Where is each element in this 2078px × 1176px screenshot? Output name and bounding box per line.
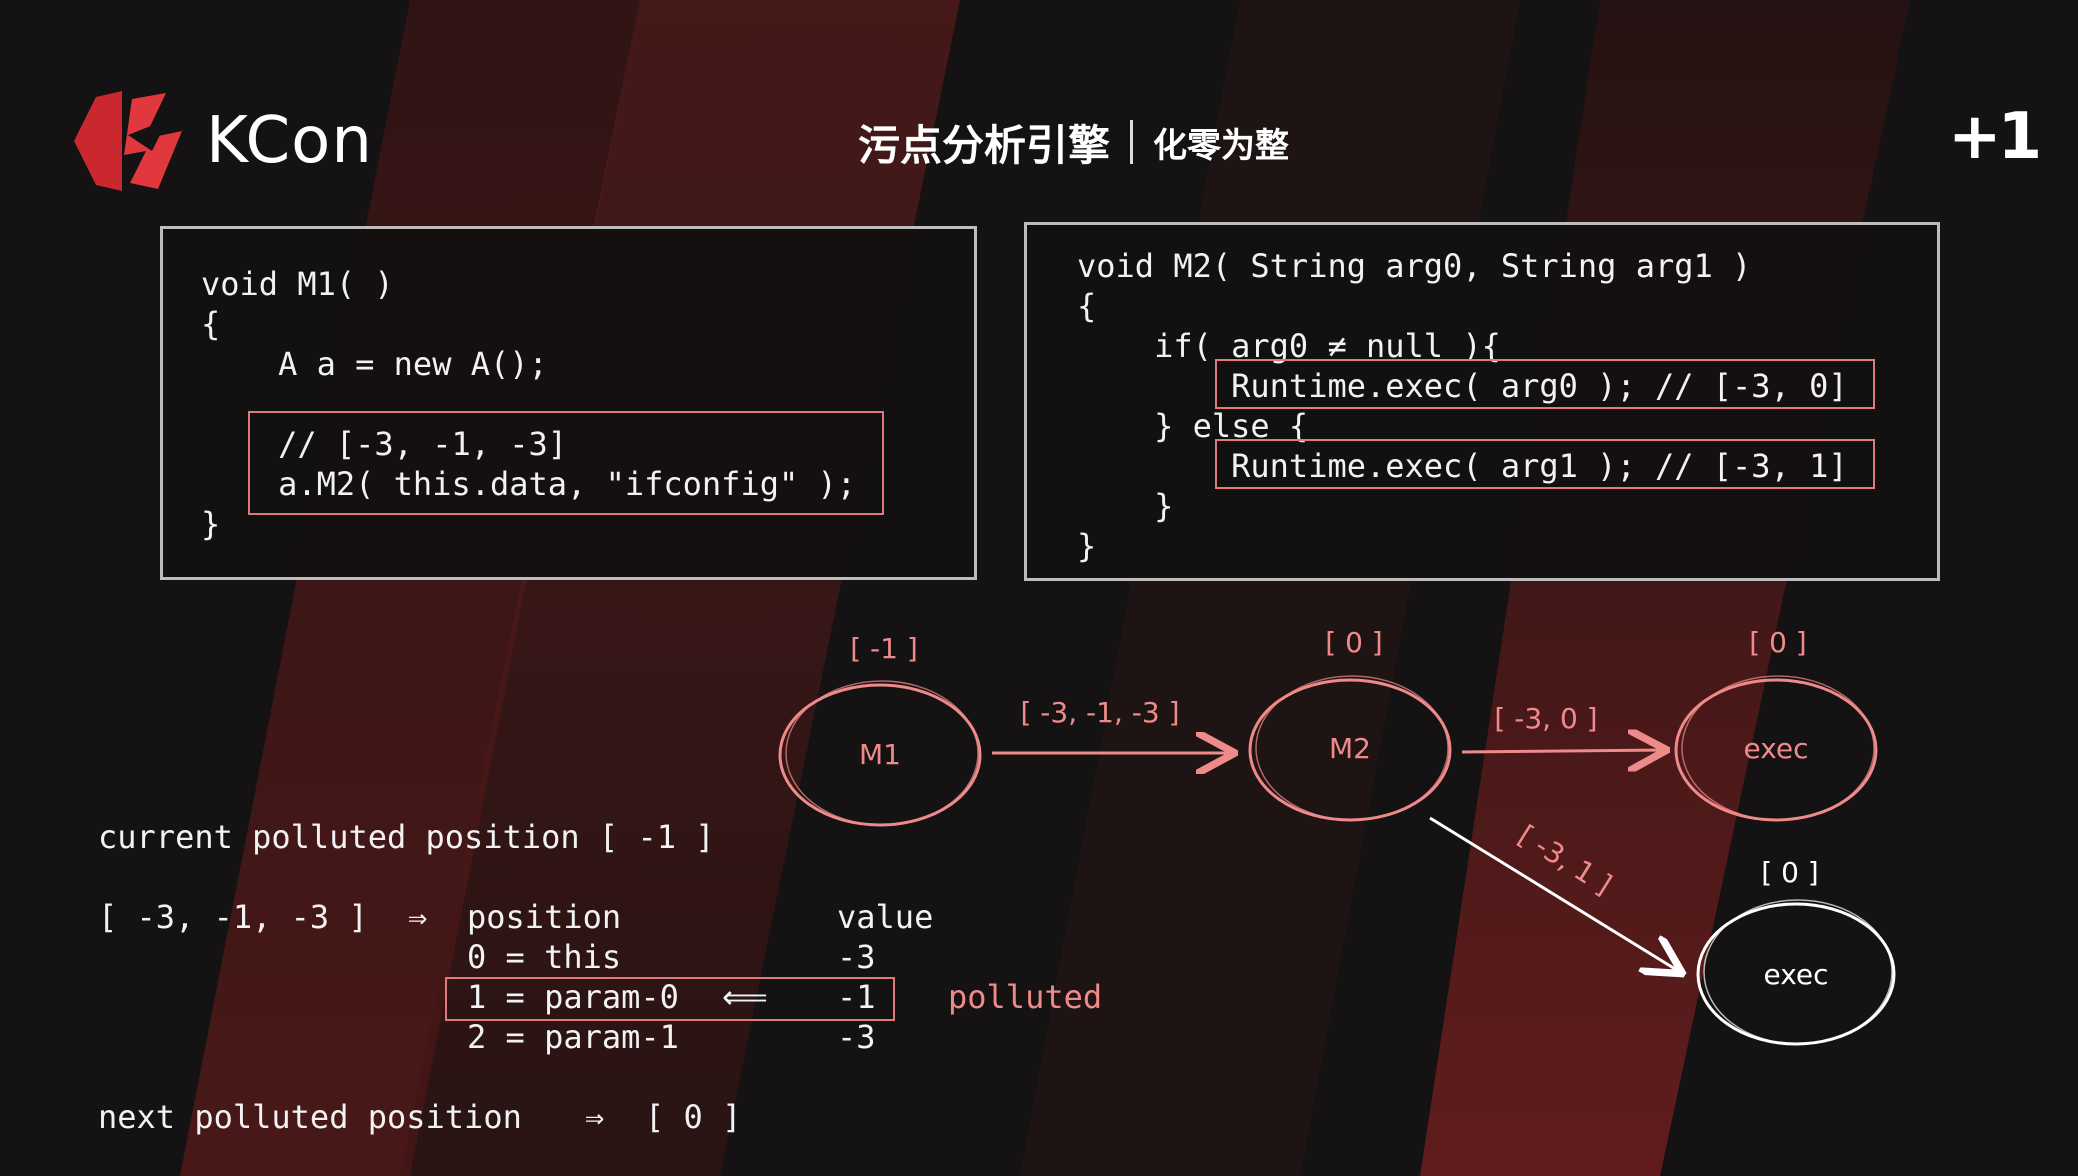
node-label-exec-2: exec — [1763, 958, 1828, 991]
edge-label-m2-exec-else: [ -3, 1 ] — [1513, 819, 1618, 902]
edge-label-m2-exec: [ -3, 0 ] — [1494, 702, 1597, 735]
position-row-2: 2 = param-1 — [467, 1018, 679, 1056]
position-row-1: 1 = param-0 — [467, 978, 679, 1016]
node-position-m2: [ 0 ] — [1325, 626, 1382, 659]
node-position-exec-2: [ 0 ] — [1761, 856, 1818, 889]
polluted-arrow: ⟸ — [722, 978, 768, 1016]
column-position-header: position — [467, 898, 622, 936]
node-label-exec-1: exec — [1743, 732, 1808, 765]
vector-arrow: ⇒ — [408, 898, 428, 936]
node-position-exec-1: [ 0 ] — [1749, 626, 1806, 659]
position-row-0: 0 = this — [467, 938, 622, 976]
value-row-0: -3 — [837, 938, 876, 976]
argument-vector: [ -3, -1, -3 ] — [98, 898, 368, 936]
polluted-label: polluted — [948, 978, 1103, 1016]
value-row-2: -3 — [837, 1018, 876, 1056]
next-polluted-value: [ 0 ] — [645, 1098, 742, 1136]
value-row-1: -1 — [837, 978, 876, 1016]
current-polluted-position: current polluted position [ -1 ] — [98, 818, 715, 856]
edge-m2-exec — [1461, 750, 1664, 752]
next-arrow: ⇒ — [585, 1098, 605, 1136]
edge-label-m1-m2: [ -3, -1, -3 ] — [1020, 696, 1179, 729]
node-label-m1: M1 — [859, 738, 901, 771]
node-label-m2: M2 — [1329, 732, 1371, 765]
node-position-m1: [ -1 ] — [850, 632, 918, 665]
column-value-header: value — [837, 898, 934, 936]
next-polluted-label: next polluted position — [98, 1098, 522, 1136]
